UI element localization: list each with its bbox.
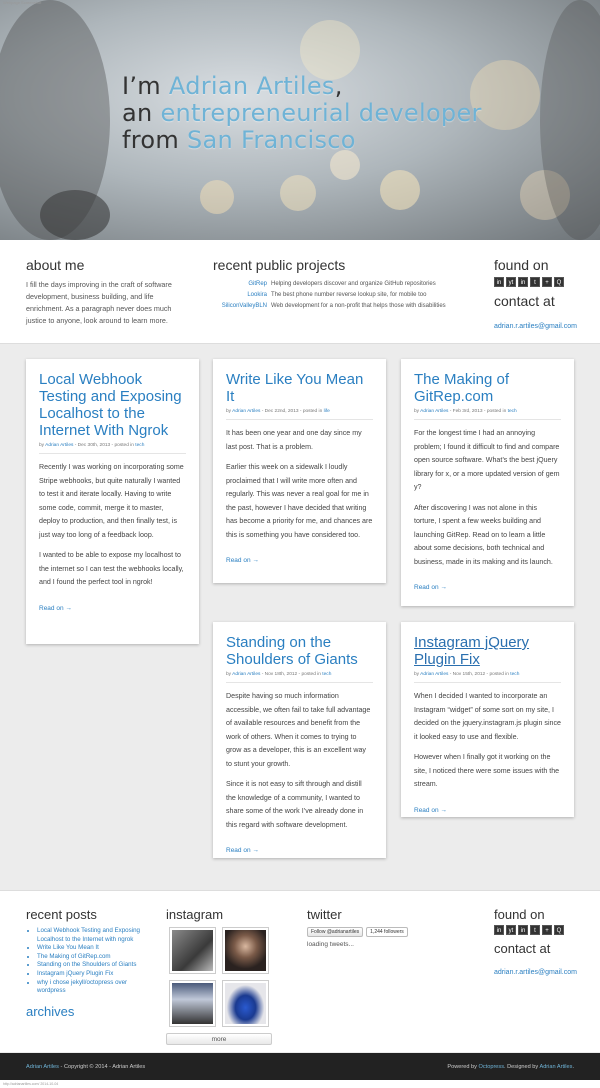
twitter-section: twitter Follow @adrianartiles 1,244 foll… [307,907,457,948]
bottom-bar: Adrian Artiles - Copyright © 2014 - Adri… [0,1053,600,1080]
credits: Powered by Octopress. Designed by Adrian… [447,1064,574,1070]
project-link[interactable]: GitRep [213,279,271,290]
more-button[interactable]: more [166,1033,272,1045]
email-link[interactable]: adrian.r.artiles@gmail.com [494,323,577,330]
read-on-link[interactable]: Read on → [226,847,259,854]
quora-icon[interactable]: Q [554,277,564,287]
found-title: found on [494,907,545,922]
read-on-link[interactable]: Read on → [226,557,259,564]
read-on-link[interactable]: Read on → [414,584,447,591]
post-meta: by Adrian Artiles - Feb 3rd, 2013 - post… [414,409,561,420]
post-meta: by Adrian Artiles - Nov 15th, 2012 - pos… [414,672,561,683]
post-title[interactable]: The Making of GitRep.com [414,371,561,405]
youtube-icon[interactable]: yt [506,277,516,287]
octopress-link[interactable]: Octopress [479,1064,505,1070]
instagram-section: instagram more [166,907,286,1045]
instagram-photo[interactable] [169,980,216,1027]
post-title[interactable]: Instagram jQuery Plugin Fix [414,634,561,668]
recent-post-link[interactable]: Local Webhook Testing and Exposing Local… [37,927,140,943]
post-paragraph: When I decided I wanted to incorporate a… [414,692,561,741]
recent-post-link[interactable]: Instagram jQuery Plugin Fix [37,970,113,977]
project-link[interactable]: Lookira [213,290,271,301]
google-plus-icon[interactable]: + [542,277,552,287]
post-paragraph: It has been one year and one day since m… [226,429,362,451]
hero-headline: I’m Adrian Artiles, an entrepreneurial d… [122,72,482,154]
post-paragraph: For the longest time I had an annoying p… [414,429,560,491]
post-paragraph: I wanted to be able to expose my localho… [39,551,184,586]
post-paragraph: After discovering I was not alone in thi… [414,503,553,566]
page-url-note: http://adrianartiles.com/ 2014-10-04 [0,1080,600,1088]
post-card: Standing on the Shoulders of Giants by A… [213,622,386,858]
about-section: about me I fill the days improving in th… [26,257,186,327]
project-row: GitRep Helping developers discover and o… [213,279,483,290]
about-text: I fill the days improving in the craft o… [26,280,172,325]
tumblr-icon[interactable]: t [530,277,540,287]
post-card: The Making of GitRep.com by Adrian Artil… [401,359,574,606]
linkedin-icon[interactable]: in [494,277,504,287]
info-band: about me I fill the days improving in th… [0,240,600,344]
project-row: SiliconValleyBLN Web development for a n… [213,301,483,312]
youtube-icon[interactable]: yt [506,925,516,935]
found-on-footer: found on in yt in t + Q contact at adria… [494,907,594,979]
read-on-link[interactable]: Read on → [414,807,447,814]
designer-link[interactable]: Adrian Artiles [539,1064,572,1070]
recent-post-link[interactable]: Write Like You Mean It [37,944,99,951]
loading-tweets: loading tweets... [307,941,354,948]
footer-widgets: recent posts Local Webhook Testing and E… [0,890,600,1052]
post-title[interactable]: Standing on the Shoulders of Giants [226,634,373,668]
google-plus-icon[interactable]: + [542,925,552,935]
contact-title: contact at [494,293,555,309]
post-paragraph: Earlier this week on a sidewalk I loudly… [226,463,373,539]
post-meta: by Adrian Artiles - Nov 18th, 2012 - pos… [226,672,373,683]
found-title: found on [494,257,549,273]
post-meta: by Adrian Artiles - Dec 22nd, 2013 - pos… [226,409,373,420]
twitter-follow-button[interactable]: Follow @adrianartiles [307,927,364,937]
recent-post-link[interactable]: The Making of GitRep.com [37,953,111,960]
archives-link[interactable]: archives [26,1004,156,1019]
projects-section: recent public projects GitRep Helping de… [213,257,483,312]
home-link[interactable]: Adrian Artiles [26,1064,59,1070]
recent-posts-section: recent posts Local Webhook Testing and E… [26,907,156,1024]
post-paragraph: Despite having so much information acces… [226,692,371,768]
quora-icon[interactable]: Q [554,925,564,935]
instagram-photo[interactable] [169,927,216,974]
projects-title: recent public projects [213,257,346,273]
post-paragraph: However when I finally got it working on… [414,753,560,788]
instagram-title: instagram [166,907,224,922]
post-title[interactable]: Local Webhook Testing and Exposing Local… [39,371,186,439]
post-card: Write Like You Mean It by Adrian Artiles… [213,359,386,583]
hero-name: Adrian Artiles [168,72,335,100]
social-icons: in yt in t + Q [494,925,594,935]
project-link[interactable]: SiliconValleyBLN [213,301,271,312]
copyright: Adrian Artiles - Copyright © 2014 - Adri… [26,1064,146,1070]
post-card: Instagram jQuery Plugin Fix by Adrian Ar… [401,622,574,817]
post-title[interactable]: Write Like You Mean It [226,371,373,405]
recent-post-link[interactable]: why i chose jekyll/octopress over wordpr… [37,979,127,995]
page-note: Webpage Screenshot [3,0,42,5]
post-meta: by Adrian Artiles - Dec 30th, 2013 - pos… [39,443,186,454]
post-paragraph: Since it is not easy to sift through and… [226,780,364,829]
contact-title: contact at [494,941,551,956]
follower-count: 1,244 followers [366,927,408,937]
instagram-photo[interactable] [222,980,269,1027]
twitter-title: twitter [307,907,342,922]
email-link[interactable]: adrian.r.artiles@gmail.com [494,969,577,976]
recent-post-link[interactable]: Standing on the Shoulders of Giants [37,961,136,968]
tumblr-icon[interactable]: t [530,925,540,935]
post-card: Local Webhook Testing and Exposing Local… [26,359,199,644]
recent-posts-title: recent posts [26,907,97,922]
found-on-section: found on in yt in t + Q contact at adria… [494,257,594,333]
linkedin-icon[interactable]: in [494,925,504,935]
hero-banner: I’m Adrian Artiles, an entrepreneurial d… [0,0,600,240]
post-paragraph: Recently I was working on incorporating … [39,463,184,539]
instagram-photo[interactable] [222,927,269,974]
linkedin-in-icon[interactable]: in [518,925,528,935]
project-row: Lookira The best phone number reverse lo… [213,290,483,301]
linkedin-in-icon[interactable]: in [518,277,528,287]
social-icons: in yt in t + Q [494,277,594,287]
read-on-link[interactable]: Read on → [39,605,72,612]
about-title: about me [26,257,85,273]
